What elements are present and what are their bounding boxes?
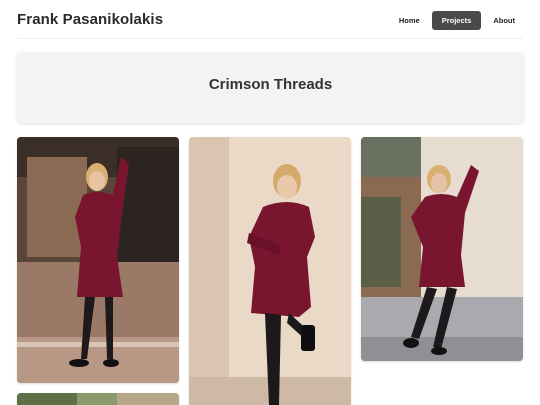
site-header: Frank Pasanikolakis Home Projects About — [0, 0, 540, 40]
project-title: Crimson Threads — [208, 76, 333, 93]
project-hero: Crimson Threads — [17, 52, 524, 123]
photo-1-image — [17, 137, 179, 383]
gallery-photo-1[interactable] — [17, 137, 179, 383]
photo-4-image — [17, 393, 179, 405]
gallery-photo-4[interactable] — [17, 393, 179, 405]
nav-home-link[interactable]: Home — [389, 11, 430, 30]
site-title[interactable]: Frank Pasanikolakis — [17, 11, 163, 28]
photo-3-image — [361, 137, 523, 361]
photo-2-image — [189, 137, 351, 405]
header-divider — [17, 38, 523, 39]
gallery-photo-3[interactable] — [361, 137, 523, 361]
nav-about-link[interactable]: About — [483, 11, 525, 30]
main-nav: Home Projects About — [389, 11, 525, 30]
nav-projects-link[interactable]: Projects — [431, 11, 482, 30]
gallery-photo-2[interactable] — [189, 137, 351, 405]
